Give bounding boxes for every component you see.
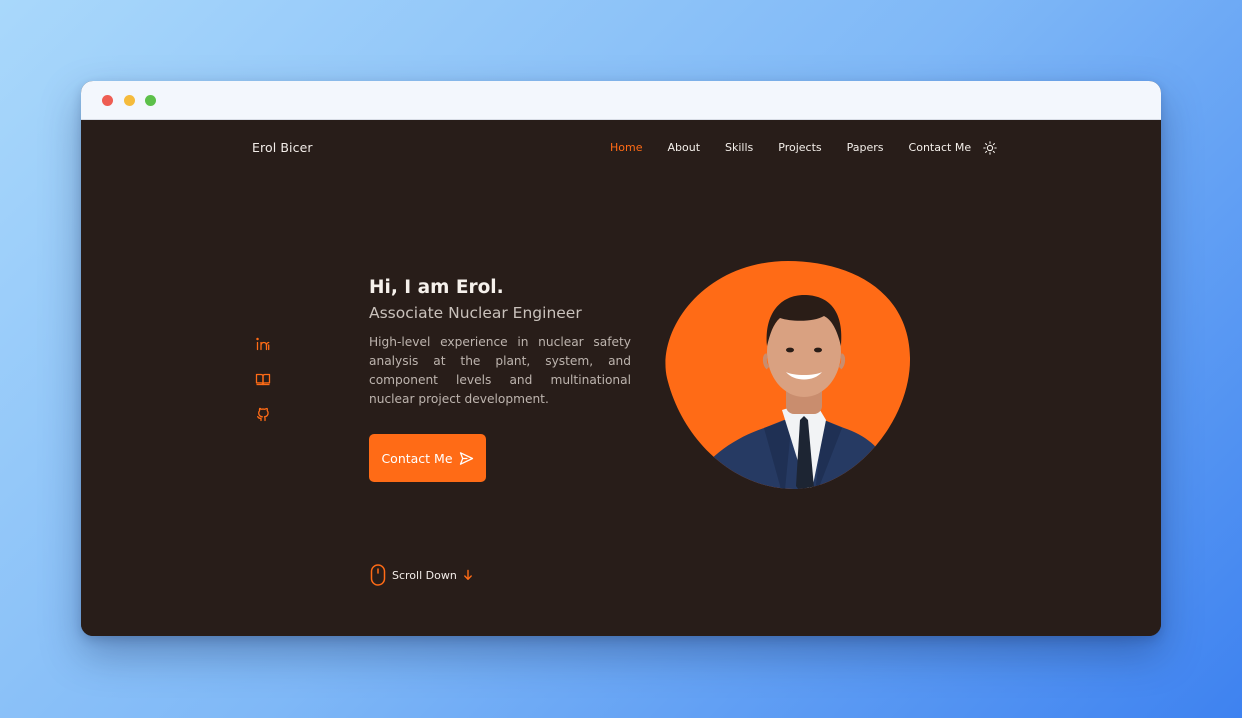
send-icon bbox=[459, 451, 473, 465]
nav-contact[interactable]: Contact Me bbox=[909, 141, 972, 154]
sun-icon[interactable] bbox=[983, 140, 997, 155]
nav-papers[interactable]: Papers bbox=[847, 141, 884, 154]
portfolio-page: Erol Bicer Home About Skills Projects Pa… bbox=[81, 120, 1161, 636]
nav-home[interactable]: Home bbox=[610, 141, 642, 154]
hero-role: Associate Nuclear Engineer bbox=[369, 304, 582, 322]
linkedin-icon[interactable] bbox=[255, 336, 271, 352]
social-links bbox=[255, 336, 271, 441]
book-icon[interactable] bbox=[255, 371, 271, 387]
scroll-down-link[interactable]: Scroll Down bbox=[370, 564, 473, 586]
hero-intro: Hi, I am Erol. Associate Nuclear Enginee… bbox=[369, 276, 631, 421]
browser-window: Erol Bicer Home About Skills Projects Pa… bbox=[81, 81, 1161, 636]
window-titlebar bbox=[81, 81, 1161, 120]
close-window-button[interactable] bbox=[102, 95, 113, 106]
github-icon[interactable] bbox=[255, 406, 271, 422]
nav-about[interactable]: About bbox=[667, 141, 700, 154]
main-nav: Home About Skills Projects Papers Contac… bbox=[610, 140, 997, 155]
contact-me-label: Contact Me bbox=[381, 450, 453, 466]
profile-photo bbox=[664, 260, 912, 490]
brand-logo[interactable]: Erol Bicer bbox=[252, 140, 313, 155]
maximize-window-button[interactable] bbox=[145, 95, 156, 106]
nav-skills[interactable]: Skills bbox=[725, 141, 753, 154]
arrow-down-icon bbox=[463, 569, 472, 580]
mouse-icon bbox=[370, 564, 386, 586]
nav-projects[interactable]: Projects bbox=[778, 141, 821, 154]
hero-description: High-level experience in nuclear safety … bbox=[369, 335, 631, 406]
minimize-window-button[interactable] bbox=[124, 95, 135, 106]
contact-me-button[interactable]: Contact Me bbox=[369, 434, 486, 482]
hero-greeting: Hi, I am Erol. bbox=[369, 277, 504, 298]
scroll-down-label: Scroll Down bbox=[392, 568, 457, 582]
